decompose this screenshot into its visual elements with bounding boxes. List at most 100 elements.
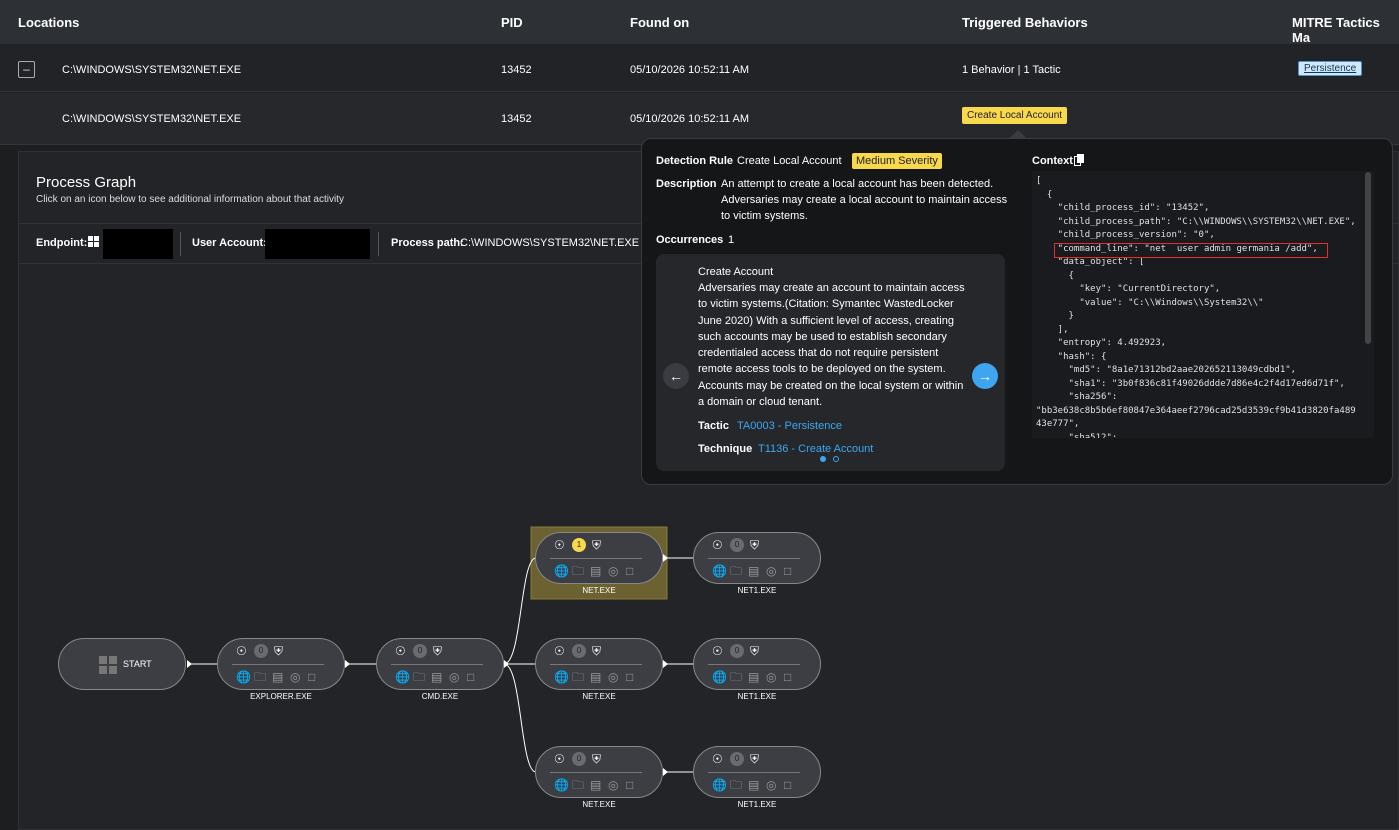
process-node[interactable]: ☉ 0 ⛨ 🌐 🗀 ▤ ◎ □ <box>376 638 504 690</box>
file-icon[interactable]: □ <box>626 564 633 578</box>
network-icon[interactable]: 🌐 <box>554 778 569 792</box>
process-node-label: NET1.EXE <box>737 692 777 701</box>
context-label: Context <box>1032 155 1073 167</box>
module-icon[interactable]: ◎ <box>766 564 776 578</box>
technique-link[interactable]: T1136 - Create Account <box>758 441 1028 457</box>
context-line: "sha512": <box>1036 432 1118 439</box>
network-icon[interactable]: 🌐 <box>712 564 727 578</box>
registry-icon[interactable]: ▤ <box>590 670 601 684</box>
scrollbar[interactable] <box>1365 172 1371 344</box>
context-json[interactable]: [ { "child_process_id": "13452", "child_… <box>1032 171 1374 438</box>
network-icon[interactable]: 🌐 <box>395 670 410 684</box>
network-icon[interactable]: 🌐 <box>554 564 569 578</box>
process-node[interactable]: ☉ 0 ⛨ 🌐 🗀 ▤ ◎ □ <box>693 638 821 690</box>
folder-icon[interactable]: 🗀 <box>572 670 584 684</box>
behavior-count-badge[interactable]: 1 <box>572 538 586 552</box>
card-description: Adversaries may create an account to mai… <box>698 280 968 410</box>
folder-icon[interactable]: 🗀 <box>572 564 584 578</box>
context-line: "md5": "8a1e71312bd2aae202652113049cdbd1… <box>1036 365 1297 375</box>
registry-icon[interactable]: ▤ <box>748 778 759 792</box>
severity-badge: Medium Severity <box>852 153 942 169</box>
card-line: Accounts may be created on the local sys… <box>698 379 964 392</box>
folder-icon[interactable]: 🗀 <box>730 670 742 684</box>
behavior-count-badge[interactable]: 0 <box>572 752 586 766</box>
network-icon[interactable]: 🌐 <box>236 670 251 684</box>
behavior-count-badge[interactable]: 0 <box>730 538 744 552</box>
card-line: a domain or cloud tenant. <box>698 396 823 409</box>
shield-icon[interactable]: ⛨ <box>433 644 442 658</box>
context-line: "sha256": <box>1036 392 1118 402</box>
registry-icon[interactable]: ▤ <box>590 778 601 792</box>
activity-icon[interactable]: ☉ <box>554 538 565 552</box>
behavior-count-badge[interactable]: 0 <box>413 644 427 658</box>
activity-icon[interactable]: ☉ <box>712 644 723 658</box>
file-icon[interactable]: □ <box>626 670 633 684</box>
file-icon[interactable]: □ <box>784 564 791 578</box>
module-icon[interactable]: ◎ <box>608 564 618 578</box>
shield-icon[interactable]: ⛨ <box>750 644 759 658</box>
next-arrow-icon[interactable]: → <box>972 363 998 389</box>
tactic-link[interactable]: TA0003 - Persistence <box>737 418 1007 434</box>
process-node[interactable]: ☉ 0 ⛨ 🌐 🗀 ▤ ◎ □ <box>693 532 821 584</box>
shield-icon[interactable]: ⛨ <box>592 644 601 658</box>
behavior-count-badge[interactable]: 0 <box>730 752 744 766</box>
behavior-count-badge[interactable]: 0 <box>254 644 268 658</box>
activity-icon[interactable]: ☉ <box>712 538 723 552</box>
module-icon[interactable]: ◎ <box>449 670 459 684</box>
process-node[interactable]: ☉ 1 ⛨ 🌐 🗀 ▤ ◎ □ <box>535 532 663 584</box>
shield-icon[interactable]: ⛨ <box>274 644 283 658</box>
registry-icon[interactable]: ▤ <box>748 670 759 684</box>
module-icon[interactable]: ◎ <box>290 670 300 684</box>
file-icon[interactable]: □ <box>784 670 791 684</box>
shield-icon[interactable]: ⛨ <box>750 538 759 552</box>
folder-icon[interactable]: 🗀 <box>254 670 266 684</box>
activity-icon[interactable]: ☉ <box>554 752 565 766</box>
copy-icon[interactable] <box>1074 154 1084 169</box>
file-icon[interactable]: □ <box>626 778 633 792</box>
context-line: } <box>1036 311 1074 321</box>
activity-icon[interactable]: ☉ <box>712 752 723 766</box>
activity-icon[interactable]: ☉ <box>395 644 406 658</box>
page-dot[interactable] <box>833 456 839 462</box>
module-icon[interactable]: ◎ <box>608 778 618 792</box>
module-icon[interactable]: ◎ <box>608 670 618 684</box>
description-line: An attempt to create a local account has… <box>721 178 994 190</box>
start-node[interactable]: START <box>58 638 186 690</box>
module-icon[interactable]: ◎ <box>766 778 776 792</box>
shield-icon[interactable]: ⛨ <box>592 538 601 552</box>
process-node[interactable]: ☉ 0 ⛨ 🌐 🗀 ▤ ◎ □ <box>217 638 345 690</box>
node-divider <box>232 664 324 665</box>
process-node[interactable]: ☉ 0 ⛨ 🌐 🗀 ▤ ◎ □ <box>693 746 821 798</box>
file-icon[interactable]: □ <box>784 778 791 792</box>
process-node[interactable]: ☉ 0 ⛨ 🌐 🗀 ▤ ◎ □ <box>535 746 663 798</box>
network-icon[interactable]: 🌐 <box>712 778 727 792</box>
context-line: "value": "C:\\Windows\\System32\\" <box>1036 297 1264 308</box>
registry-icon[interactable]: ▤ <box>431 670 442 684</box>
start-label: START <box>123 659 152 669</box>
page-dot-active[interactable] <box>820 456 826 462</box>
folder-icon[interactable]: 🗀 <box>572 778 584 792</box>
activity-icon[interactable]: ☉ <box>236 644 247 658</box>
prev-arrow-icon[interactable]: ← <box>663 363 689 389</box>
folder-icon[interactable]: 🗀 <box>730 564 742 578</box>
shield-icon[interactable]: ⛨ <box>750 752 759 766</box>
registry-icon[interactable]: ▤ <box>748 564 759 578</box>
shield-icon[interactable]: ⛨ <box>592 752 601 766</box>
file-icon[interactable]: □ <box>308 670 315 684</box>
registry-icon[interactable]: ▤ <box>590 564 601 578</box>
file-icon[interactable]: □ <box>467 670 474 684</box>
process-node[interactable]: ☉ 0 ⛨ 🌐 🗀 ▤ ◎ □ <box>535 638 663 690</box>
registry-icon[interactable]: ▤ <box>272 670 283 684</box>
folder-icon[interactable]: 🗀 <box>413 670 425 684</box>
behavior-count-badge[interactable]: 0 <box>730 644 744 658</box>
network-icon[interactable]: 🌐 <box>554 670 569 684</box>
folder-icon[interactable]: 🗀 <box>730 778 742 792</box>
activity-icon[interactable]: ☉ <box>554 644 565 658</box>
context-line: ], <box>1036 324 1069 335</box>
network-icon[interactable]: 🌐 <box>712 670 727 684</box>
behavior-count-badge[interactable]: 0 <box>572 644 586 658</box>
module-icon[interactable]: ◎ <box>766 670 776 684</box>
process-node-label: NET.EXE <box>582 692 616 701</box>
context-line: [ <box>1036 176 1042 186</box>
arrow-icon <box>663 660 668 668</box>
